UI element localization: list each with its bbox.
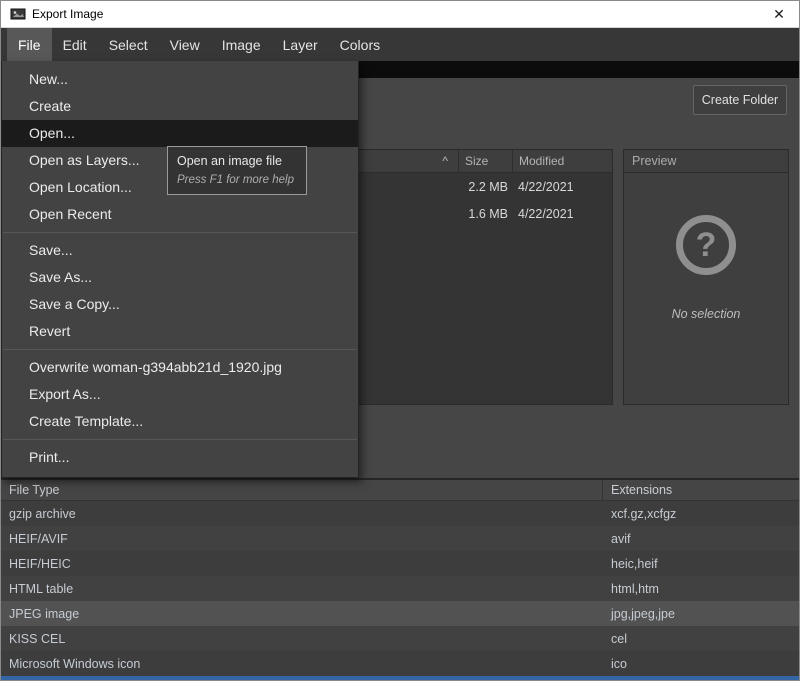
menu-item-open-recent[interactable]: Open Recent — [2, 201, 358, 228]
file-type-row[interactable]: gzip archive xcf.gz,xcfgz — [1, 501, 799, 526]
file-modified: 4/22/2021 — [512, 207, 612, 221]
menu-select[interactable]: Select — [98, 28, 159, 61]
menu-item-save-as[interactable]: Save As... — [2, 264, 358, 291]
menu-item-save[interactable]: Save... — [2, 237, 358, 264]
tooltip: Open an image file Press F1 for more hel… — [167, 146, 307, 195]
close-icon[interactable]: ✕ — [768, 6, 790, 23]
file-type-row[interactable]: HTML table html,htm — [1, 576, 799, 601]
preview-header: Preview — [624, 150, 788, 173]
menu-item-new[interactable]: New... — [2, 66, 358, 93]
file-type-row[interactable]: Microsoft Windows icon ico — [1, 651, 799, 676]
file-type-row-jpeg[interactable]: JPEG image jpg,jpeg,jpe — [1, 601, 799, 626]
menu-separator — [3, 349, 357, 350]
create-folder-button[interactable]: Create Folder — [693, 85, 787, 115]
file-type-row-selected[interactable]: MNG animation mng — [1, 676, 799, 680]
file-type-row[interactable]: KISS CEL cel — [1, 626, 799, 651]
extensions-column-header: Extensions — [603, 483, 799, 497]
menu-item-export-as[interactable]: Export As... — [2, 381, 358, 408]
title-bar: Export Image ✕ — [1, 1, 799, 28]
preview-panel: Preview ? No selection — [623, 149, 789, 405]
column-header-modified[interactable]: Modified — [512, 150, 612, 172]
menu-item-revert[interactable]: Revert — [2, 318, 358, 345]
menu-image[interactable]: Image — [211, 28, 272, 61]
menu-item-create[interactable]: Create — [2, 93, 358, 120]
question-mark-icon: ? — [676, 215, 736, 275]
file-modified: 4/22/2021 — [512, 180, 612, 194]
app-icon — [10, 6, 26, 22]
file-type-list: File Type Extensions gzip archive xcf.gz… — [1, 478, 799, 680]
window-title: Export Image — [32, 7, 103, 21]
menu-item-overwrite[interactable]: Overwrite woman-g394abb21d_1920.jpg — [2, 354, 358, 381]
sort-ascending-icon: ^ — [442, 154, 448, 168]
file-type-column-header: File Type — [1, 480, 603, 500]
tooltip-title: Open an image file — [177, 154, 297, 168]
menu-item-create-template[interactable]: Create Template... — [2, 408, 358, 435]
menu-item-print[interactable]: Print... — [2, 444, 358, 471]
menu-separator — [3, 232, 357, 233]
file-size: 1.6 MB — [458, 207, 512, 221]
column-header-size[interactable]: Size — [458, 150, 512, 172]
no-selection-text: No selection — [624, 307, 788, 321]
menu-separator — [3, 439, 357, 440]
menu-file[interactable]: File — [7, 28, 52, 61]
menu-item-save-a-copy[interactable]: Save a Copy... — [2, 291, 358, 318]
tooltip-hint: Press F1 for more help — [177, 174, 297, 186]
menu-edit[interactable]: Edit — [52, 28, 98, 61]
export-image-window: Export Image ✕ File Edit Select View Ima… — [0, 0, 800, 681]
menu-item-open[interactable]: Open... — [2, 120, 358, 147]
menu-layer[interactable]: Layer — [272, 28, 329, 61]
menu-bar: File Edit Select View Image Layer Colors — [1, 28, 799, 61]
file-size: 2.2 MB — [458, 180, 512, 194]
file-menu-dropdown: New... Create Open... Open as Layers... … — [1, 61, 359, 478]
file-type-header: File Type Extensions — [1, 480, 799, 501]
menu-colors[interactable]: Colors — [329, 28, 391, 61]
file-type-row[interactable]: HEIF/AVIF avif — [1, 526, 799, 551]
menu-view[interactable]: View — [159, 28, 211, 61]
file-type-row[interactable]: HEIF/HEIC heic,heif — [1, 551, 799, 576]
